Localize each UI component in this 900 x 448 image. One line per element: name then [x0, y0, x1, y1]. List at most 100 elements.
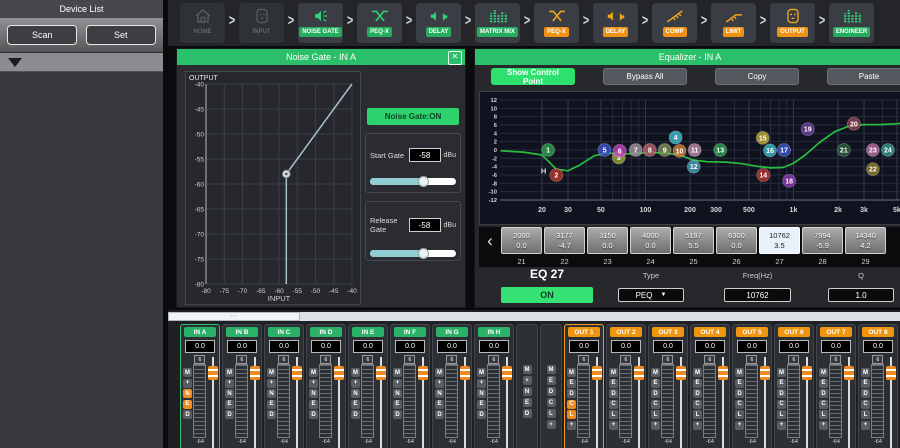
out-4-btn-m[interactable]: M [693, 368, 702, 377]
output-master-btn-m[interactable]: M [547, 365, 556, 374]
out-4-btn-c[interactable]: C [693, 400, 702, 409]
channel-label-out-5[interactable]: OUT 5 [736, 327, 768, 337]
channel-label-in-f[interactable]: IN F [394, 327, 426, 337]
out-3-btn-e[interactable]: E [651, 379, 660, 388]
scrollbar-thumb[interactable]: ⋯ [168, 312, 300, 321]
eq-point-19[interactable]: 19 [801, 123, 814, 136]
out-2-btn-c[interactable]: C [609, 400, 618, 409]
out-8-btn-plus[interactable]: + [861, 421, 870, 430]
output-master-btn-e[interactable]: E [547, 376, 556, 385]
out-1-btn-m[interactable]: M [567, 368, 576, 377]
out-8-btn-d[interactable]: D [861, 389, 870, 398]
nav-item-peq-x[interactable]: PEQ-X [534, 3, 579, 43]
in-f-btn-n[interactable]: N [393, 389, 402, 398]
paste-button[interactable]: Paste [827, 68, 900, 85]
channel-fader[interactable] [334, 355, 344, 448]
in-c-btn-e[interactable]: E [267, 400, 276, 409]
out-2-btn-d[interactable]: D [609, 389, 618, 398]
eq-point-11[interactable]: 11 [688, 144, 701, 157]
out-4-btn-l[interactable]: L [693, 410, 702, 419]
channel-fader[interactable] [718, 355, 728, 448]
out-5-btn-l[interactable]: L [735, 410, 744, 419]
eq-point-7[interactable]: 7 [629, 144, 642, 157]
noise-gate-graph[interactable]: -40-45-50-55-60-65-70-75-80-80-75-70-65-… [185, 71, 361, 305]
in-b-btn-m[interactable]: M [225, 368, 234, 377]
in-d-btn-n[interactable]: N [309, 389, 318, 398]
out-1-btn-c[interactable]: C [567, 400, 576, 409]
eq-freq-field[interactable]: 10762 [724, 288, 791, 302]
eq-band-21-button[interactable]: 20000.0 [501, 227, 542, 254]
in-f-btn-plus[interactable]: + [393, 379, 402, 388]
eq-point-12[interactable]: 12 [687, 160, 700, 173]
in-d-btn-e[interactable]: E [309, 400, 318, 409]
nav-item-peq-x[interactable]: PEQ-X [357, 3, 402, 43]
out-8-btn-m[interactable]: M [861, 368, 870, 377]
eq-point-10[interactable]: 10 [673, 144, 686, 157]
eq-point-9[interactable]: 9 [658, 144, 671, 157]
input-master-btn-plus[interactable]: + [523, 376, 532, 385]
eq-band-26-button[interactable]: 63000.0 [716, 227, 757, 254]
in-a-btn-plus[interactable]: + [183, 379, 192, 388]
output-master-btn-c[interactable]: C [547, 398, 556, 407]
nav-item-home[interactable]: HOME [180, 3, 225, 43]
out-5-btn-c[interactable]: C [735, 400, 744, 409]
out-6-btn-d[interactable]: D [777, 389, 786, 398]
nav-item-delay[interactable]: DELAY [416, 3, 461, 43]
nav-item-comp[interactable]: COMP [652, 3, 697, 43]
in-f-btn-d[interactable]: D [393, 410, 402, 419]
eq-band-22-button[interactable]: 3177-4.7 [544, 227, 585, 254]
release-gate-slider[interactable] [370, 250, 456, 257]
out-6-btn-m[interactable]: M [777, 368, 786, 377]
noise-gate-on-button[interactable]: Noise Gate:ON [367, 108, 459, 125]
out-3-btn-c[interactable]: C [651, 400, 660, 409]
channel-fader[interactable] [760, 355, 770, 448]
out-5-btn-m[interactable]: M [735, 368, 744, 377]
in-h-btn-d[interactable]: D [477, 410, 486, 419]
start-gate-value[interactable]: -58 [409, 148, 441, 162]
channel-fader[interactable] [418, 355, 428, 448]
out-8-btn-c[interactable]: C [861, 400, 870, 409]
in-f-btn-m[interactable]: M [393, 368, 402, 377]
channel-label-in-g[interactable]: IN G [436, 327, 468, 337]
in-c-btn-d[interactable]: D [267, 410, 276, 419]
fader-handle-out-3[interactable] [676, 366, 686, 380]
out-1-btn-e[interactable]: E [567, 379, 576, 388]
in-g-btn-n[interactable]: N [435, 389, 444, 398]
start-gate-slider[interactable] [370, 178, 456, 185]
out-7-btn-d[interactable]: D [819, 389, 828, 398]
out-3-btn-l[interactable]: L [651, 410, 660, 419]
eq-q-field[interactable]: 1.0 [828, 288, 894, 302]
in-c-btn-n[interactable]: N [267, 389, 276, 398]
out-7-btn-plus[interactable]: + [819, 421, 828, 430]
in-a-btn-d[interactable]: D [183, 410, 192, 419]
out-2-btn-m[interactable]: M [609, 368, 618, 377]
fader-handle-out-8[interactable] [886, 366, 896, 380]
channel-fader[interactable] [886, 355, 896, 448]
in-h-btn-m[interactable]: M [477, 368, 486, 377]
eq-point-17[interactable]: 17 [777, 144, 790, 157]
out-1-btn-plus[interactable]: + [567, 421, 576, 430]
start-gate-slider-knob[interactable] [418, 176, 429, 187]
channel-label-out-3[interactable]: OUT 3 [652, 327, 684, 337]
channel-label-in-a[interactable]: IN A [184, 327, 216, 337]
tree-expand-icon[interactable] [8, 58, 22, 67]
scan-button[interactable]: Scan [7, 25, 77, 45]
nav-item-delay[interactable]: DELAY [593, 3, 638, 43]
channel-label-in-c[interactable]: IN C [268, 327, 300, 337]
channel-fader[interactable] [802, 355, 812, 448]
in-h-btn-plus[interactable]: + [477, 379, 486, 388]
in-a-btn-m[interactable]: M [183, 368, 192, 377]
channel-label-out-1[interactable]: OUT 1 [568, 327, 600, 337]
channel-fader[interactable] [676, 355, 686, 448]
channel-label-in-e[interactable]: IN E [352, 327, 384, 337]
eq-band-27-button[interactable]: 107623.5 [759, 227, 800, 254]
in-b-btn-d[interactable]: D [225, 410, 234, 419]
eq-band-23-button[interactable]: 31500.0 [587, 227, 628, 254]
eq-type-select[interactable]: PEQ ▼ [618, 288, 684, 302]
in-d-btn-m[interactable]: M [309, 368, 318, 377]
out-6-btn-c[interactable]: C [777, 400, 786, 409]
fader-handle-in-f[interactable] [418, 366, 428, 380]
out-1-btn-l[interactable]: L [567, 410, 576, 419]
in-c-btn-m[interactable]: M [267, 368, 276, 377]
nav-item-engineer[interactable]: ENGINEER [829, 3, 874, 43]
